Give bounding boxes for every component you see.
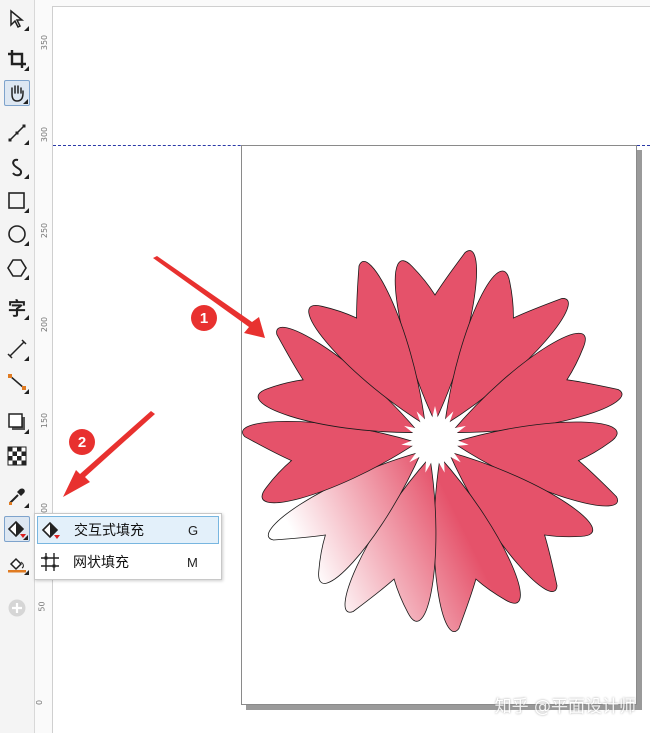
watermark: 知乎 @平面设计师 xyxy=(494,697,636,717)
mesh-fill-icon xyxy=(41,553,59,571)
annotation-arrows xyxy=(63,256,265,497)
shortcut-key: M xyxy=(187,554,198,570)
shortcut-key: G xyxy=(188,522,199,538)
interactive-fill-icon xyxy=(41,521,60,539)
flyout-item-mesh-fill[interactable]: 网状填充 M xyxy=(37,548,219,576)
fill-tool-flyout: 交互式填充 G 网状填充 M xyxy=(34,513,222,580)
step-badge-1: 1 xyxy=(191,305,217,331)
flyout-item-label: 交互式填充 xyxy=(74,523,144,539)
flyout-item-interactive-fill[interactable]: 交互式填充 G xyxy=(37,516,219,544)
step-badge-2: 2 xyxy=(69,429,95,455)
flyout-item-label: 网状填充 xyxy=(73,555,129,571)
